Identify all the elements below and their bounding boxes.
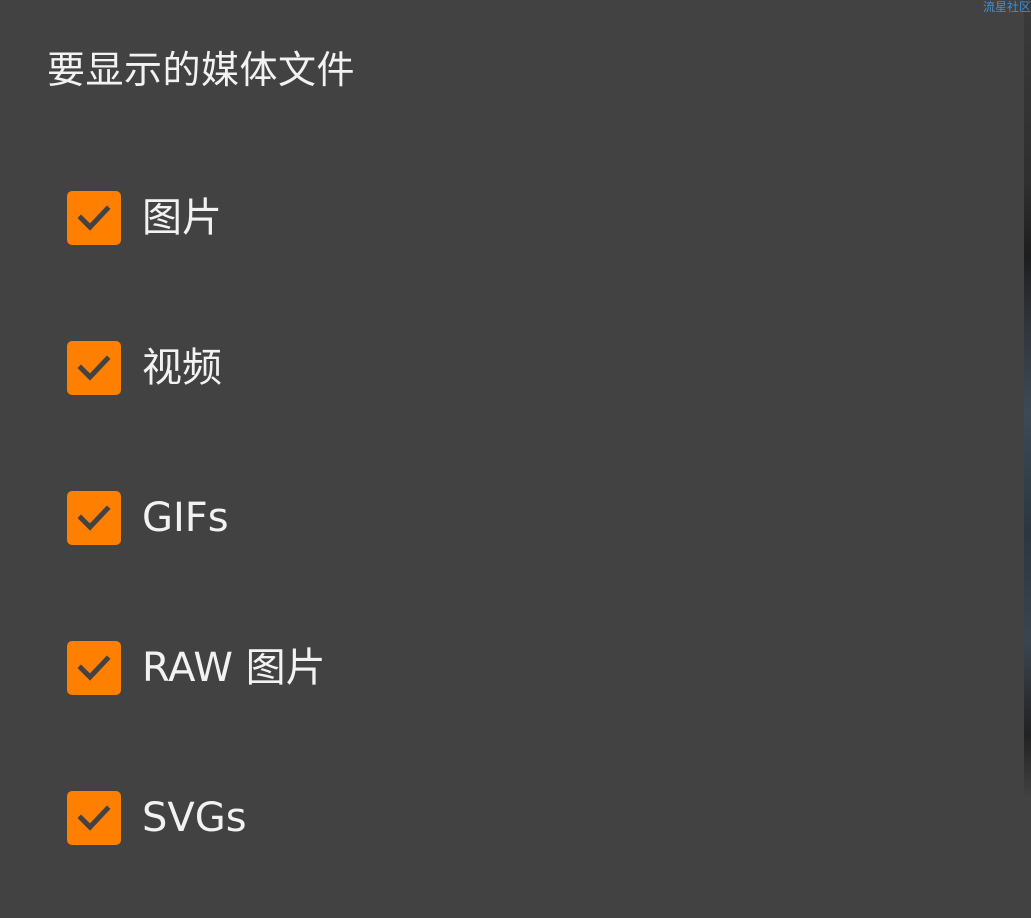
gifs-label: GIFs — [142, 495, 229, 541]
svgs-label: SVGs — [142, 795, 247, 841]
media-filter-dialog: 流星社区 要显示的媒体文件 图片 视频 GIFs RAW 图片 SVGs — [0, 0, 1031, 918]
raw-images-checkbox[interactable] — [67, 641, 121, 695]
option-videos[interactable]: 视频 — [67, 341, 867, 395]
gifs-checkbox[interactable] — [67, 491, 121, 545]
images-checkbox[interactable] — [67, 191, 121, 245]
option-images[interactable]: 图片 — [67, 191, 867, 245]
watermark-text: 流星社区 — [982, 0, 1031, 14]
videos-label: 视频 — [142, 345, 222, 391]
images-label: 图片 — [142, 195, 222, 241]
svgs-checkbox[interactable] — [67, 791, 121, 845]
option-raw-images[interactable]: RAW 图片 — [67, 641, 867, 695]
option-svgs[interactable]: SVGs — [67, 791, 867, 845]
background-image-edge — [1024, 0, 1031, 918]
checkmark-icon — [77, 205, 111, 231]
checkmark-icon — [77, 805, 111, 831]
checkmark-icon — [77, 655, 111, 681]
checkmark-icon — [77, 355, 111, 381]
option-gifs[interactable]: GIFs — [67, 491, 867, 545]
videos-checkbox[interactable] — [67, 341, 121, 395]
dialog-title: 要显示的媒体文件 — [47, 48, 356, 92]
checkmark-icon — [77, 505, 111, 531]
raw-images-label: RAW 图片 — [142, 645, 326, 691]
